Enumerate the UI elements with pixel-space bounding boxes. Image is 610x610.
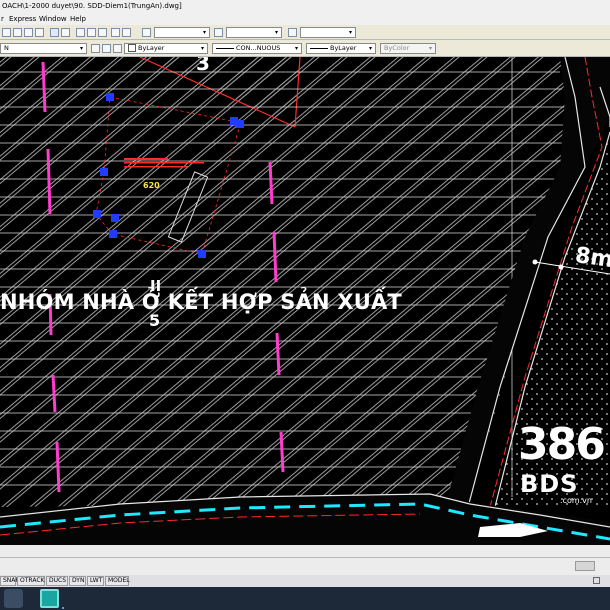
- road-width-label: 8m: [573, 243, 610, 274]
- chevron-down-icon: ▾: [428, 45, 432, 52]
- tray-settings-icon[interactable]: [593, 577, 600, 584]
- design-center-icon[interactable]: [87, 28, 96, 37]
- zoom-window-icon[interactable]: [50, 28, 59, 37]
- dim-style-dropdown[interactable]: ▾: [226, 27, 282, 38]
- menu-item-partial[interactable]: r: [1, 13, 4, 25]
- menu-item-help[interactable]: Help: [70, 13, 86, 25]
- zone-label: NHÓM NHÀ Ở KẾT HỢP SẢN XUẤT: [0, 290, 402, 314]
- text-style-dropdown[interactable]: ▾: [154, 27, 210, 38]
- properties-toolbar: N ▾ ByLayer ▾ CON...NUOUS ▾ ByLayer ▾ By…: [0, 40, 610, 57]
- pan-icon[interactable]: [24, 28, 33, 37]
- lot-number-top: 3: [196, 57, 210, 75]
- watermark-number: 386: [518, 419, 606, 470]
- window-title-bar: OACH\1-2000 duyet\90. SDD-Diem1(TrungAn)…: [0, 0, 610, 13]
- snap-toggle[interactable]: SNAP: [0, 576, 19, 586]
- horizontal-scrollbar-thumb[interactable]: [575, 561, 595, 571]
- dimension-tick: [558, 264, 564, 270]
- watermark-domain: .com.vn: [560, 496, 592, 505]
- taskbar-app-icon[interactable]: [4, 589, 23, 608]
- area-label: 620: [143, 181, 160, 190]
- chevron-down-icon: ▾: [348, 29, 352, 36]
- plotstyle-dropdown[interactable]: ByColor ▾: [380, 43, 436, 54]
- zone-code-top: II: [150, 277, 162, 295]
- layer-states-icon[interactable]: [113, 44, 122, 53]
- lineweight-dropdown[interactable]: ByLayer ▾: [306, 43, 376, 54]
- zoom-realtime-icon[interactable]: [35, 28, 44, 37]
- menu-item-express[interactable]: Express: [9, 13, 36, 25]
- sheet-set-icon[interactable]: [111, 28, 120, 37]
- dyn-toggle[interactable]: DYN: [69, 576, 86, 586]
- zoom-previous-icon[interactable]: [61, 28, 70, 37]
- properties-icon[interactable]: [76, 28, 85, 37]
- menu-bar: r Express Window Help: [0, 13, 610, 25]
- model-toggle[interactable]: MODEL: [105, 576, 130, 586]
- table-style-icon[interactable]: [288, 28, 297, 37]
- layout-tabs-area: [0, 545, 610, 575]
- drawing-canvas[interactable]: 3 620 NHÓM NHÀ Ở KẾT HỢP SẢN XUẤT II 5 8…: [0, 57, 610, 545]
- make-current-layer-icon[interactable]: [91, 44, 100, 53]
- undo-icon[interactable]: [2, 28, 11, 37]
- tool-palettes-icon[interactable]: [98, 28, 107, 37]
- calculator-icon[interactable]: [122, 28, 131, 37]
- taskbar: [0, 587, 610, 610]
- linetype-dropdown[interactable]: CON...NUOUS ▾: [212, 43, 302, 54]
- table-style-dropdown[interactable]: ▾: [300, 27, 356, 38]
- watermark-brand: BDS: [520, 470, 579, 498]
- ducs-toggle[interactable]: DUCS: [46, 576, 68, 586]
- chevron-down-icon: ▾: [200, 45, 204, 52]
- text-style-icon[interactable]: [142, 28, 151, 37]
- lwt-toggle[interactable]: LWT: [87, 576, 104, 586]
- chevron-down-icon: ▾: [79, 45, 83, 52]
- active-indicator: [62, 607, 64, 609]
- chevron-down-icon: ▾: [294, 45, 298, 52]
- linetype-value: CON...NUOUS: [236, 44, 281, 52]
- color-dropdown[interactable]: ByLayer ▾: [124, 43, 208, 54]
- dim-style-icon[interactable]: [214, 28, 223, 37]
- status-bar: SNAP OTRACK DUCS DYN LWT MODEL: [0, 575, 610, 587]
- dimension-tick: [532, 259, 538, 265]
- lineweight-preview: [310, 47, 328, 49]
- otrack-toggle[interactable]: OTRACK: [17, 576, 45, 586]
- zone-code-bottom: 5: [149, 311, 161, 330]
- layer-value: N: [4, 44, 9, 52]
- autocad-app-icon[interactable]: [40, 589, 59, 608]
- layer-previous-icon[interactable]: [102, 44, 111, 53]
- color-value: ByLayer: [138, 44, 165, 52]
- divider: [0, 557, 610, 558]
- chevron-down-icon: ▾: [274, 29, 278, 36]
- chevron-down-icon: ▾: [202, 29, 206, 36]
- color-swatch: [128, 44, 136, 52]
- linetype-preview: [216, 47, 234, 49]
- standard-toolbar: ▾ ▾ ▾: [0, 25, 610, 40]
- chevron-down-icon: ▾: [368, 45, 372, 52]
- redo-icon[interactable]: [13, 28, 22, 37]
- menu-item-window[interactable]: Window: [39, 13, 67, 25]
- window-title: OACH\1-2000 duyet\90. SDD-Diem1(TrungAn)…: [2, 2, 182, 10]
- plotstyle-value: ByColor: [384, 44, 410, 52]
- layer-dropdown[interactable]: N ▾: [0, 43, 87, 54]
- lineweight-value: ByLayer: [330, 44, 357, 52]
